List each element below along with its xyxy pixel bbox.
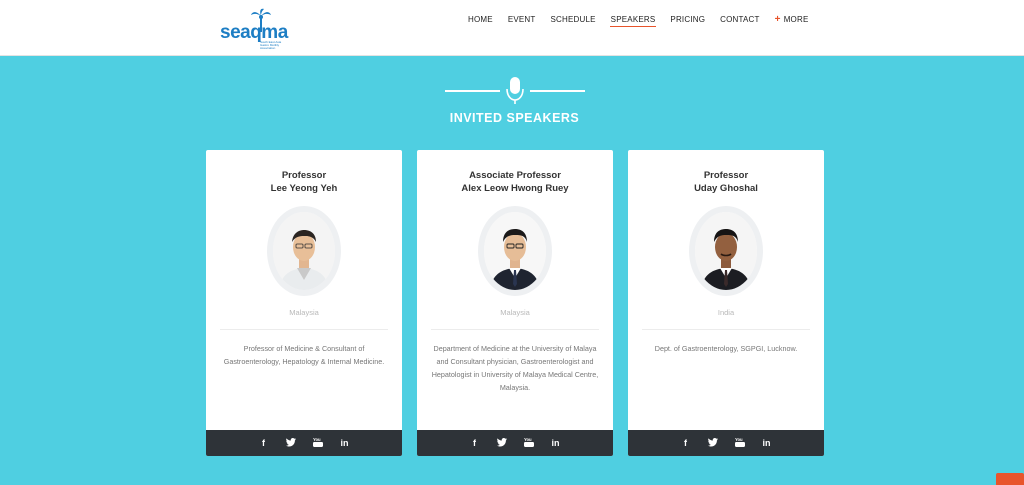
social-bar: f You in [417,430,613,456]
speaker-description: Department of Medicine at the University… [431,344,599,392]
site-logo[interactable]: seaqma South East Asia Gastro Motility A… [220,8,290,50]
nav-more[interactable]: + MORE [767,14,816,30]
nav-event[interactable]: EVENT [500,14,543,30]
logo-subtitle: South East Asia Gastro Motility Associat… [260,40,282,50]
youtube-icon[interactable]: You [312,437,323,449]
youtube-icon[interactable]: You [734,437,745,449]
speaker-country: Malaysia [289,308,319,317]
speaker-description: Dept. of Gastroenterology, SGPGI, Luckno… [654,344,798,353]
social-bar: f You in [206,430,402,456]
linkedin-icon[interactable]: in [340,438,350,448]
twitter-icon[interactable] [285,437,296,449]
card-divider [642,329,810,330]
svg-text:You: You [524,437,532,442]
svg-text:You: You [735,437,743,442]
youtube-icon[interactable]: You [523,437,534,449]
speaker-photo-frame [689,206,763,296]
scroll-to-top-button[interactable] [996,473,1024,485]
linkedin-icon[interactable]: in [551,438,561,448]
section-title: INVITED SPEAKERS [449,111,580,125]
speaker-photo-frame [267,206,341,296]
speaker-heading: Professor Lee Yeong Yeh [206,169,402,195]
card-divider [431,329,599,330]
speaker-title: Associate Professor [469,170,561,181]
speaker-heading: Professor Uday Ghoshal [628,169,824,195]
facebook-icon[interactable]: f [681,438,691,448]
speaker-description: Professor of Medicine & Consultant of Ga… [223,344,385,366]
speaker-photo-frame [478,206,552,296]
speaker-photo [695,212,757,290]
twitter-icon[interactable] [496,437,507,449]
speaker-photo [273,212,335,290]
divider-line-left [445,90,500,92]
speaker-name: Uday Ghoshal [694,183,758,194]
speaker-photo [484,212,546,290]
linkedin-icon[interactable]: in [762,438,772,448]
facebook-icon[interactable]: f [259,438,269,448]
microphone-icon [506,77,524,104]
speaker-country: Malaysia [500,308,530,317]
nav-contact[interactable]: CONTACT [713,14,767,30]
plus-icon: + [774,14,781,25]
nav-home[interactable]: HOME [461,14,501,30]
nav-pricing[interactable]: PRICING [663,14,713,30]
nav-more-label: MORE [783,15,809,24]
speaker-card: Professor Lee Yeong Yeh Malaysia Profess… [206,150,402,456]
svg-text:You: You [313,437,321,442]
nav-schedule[interactable]: SCHEDULE [543,14,603,30]
divider-line-right [530,90,585,92]
speaker-title: Professor [281,170,327,181]
speaker-heading: Associate Professor Alex Leow Hwong Ruey [417,169,613,195]
speaker-name: Lee Yeong Yeh [270,183,338,194]
speaker-title: Professor [703,170,749,181]
speaker-card: Associate Professor Alex Leow Hwong Ruey… [417,150,613,456]
social-bar: f You in [628,430,824,456]
section-decoration [445,76,585,106]
main-nav: HOME EVENT SCHEDULE SPEAKERS PRICING CON… [461,14,816,30]
site-header: seaqma South East Asia Gastro Motility A… [0,0,1024,56]
speaker-name: Alex Leow Hwong Ruey [461,183,569,194]
speaker-card: Professor Uday Ghoshal India Dept. of Ga… [628,150,824,456]
card-divider [220,329,388,330]
facebook-icon[interactable]: f [470,438,480,448]
twitter-icon[interactable] [707,437,718,449]
nav-speakers[interactable]: SPEAKERS [603,14,663,30]
speaker-country: India [717,308,735,317]
